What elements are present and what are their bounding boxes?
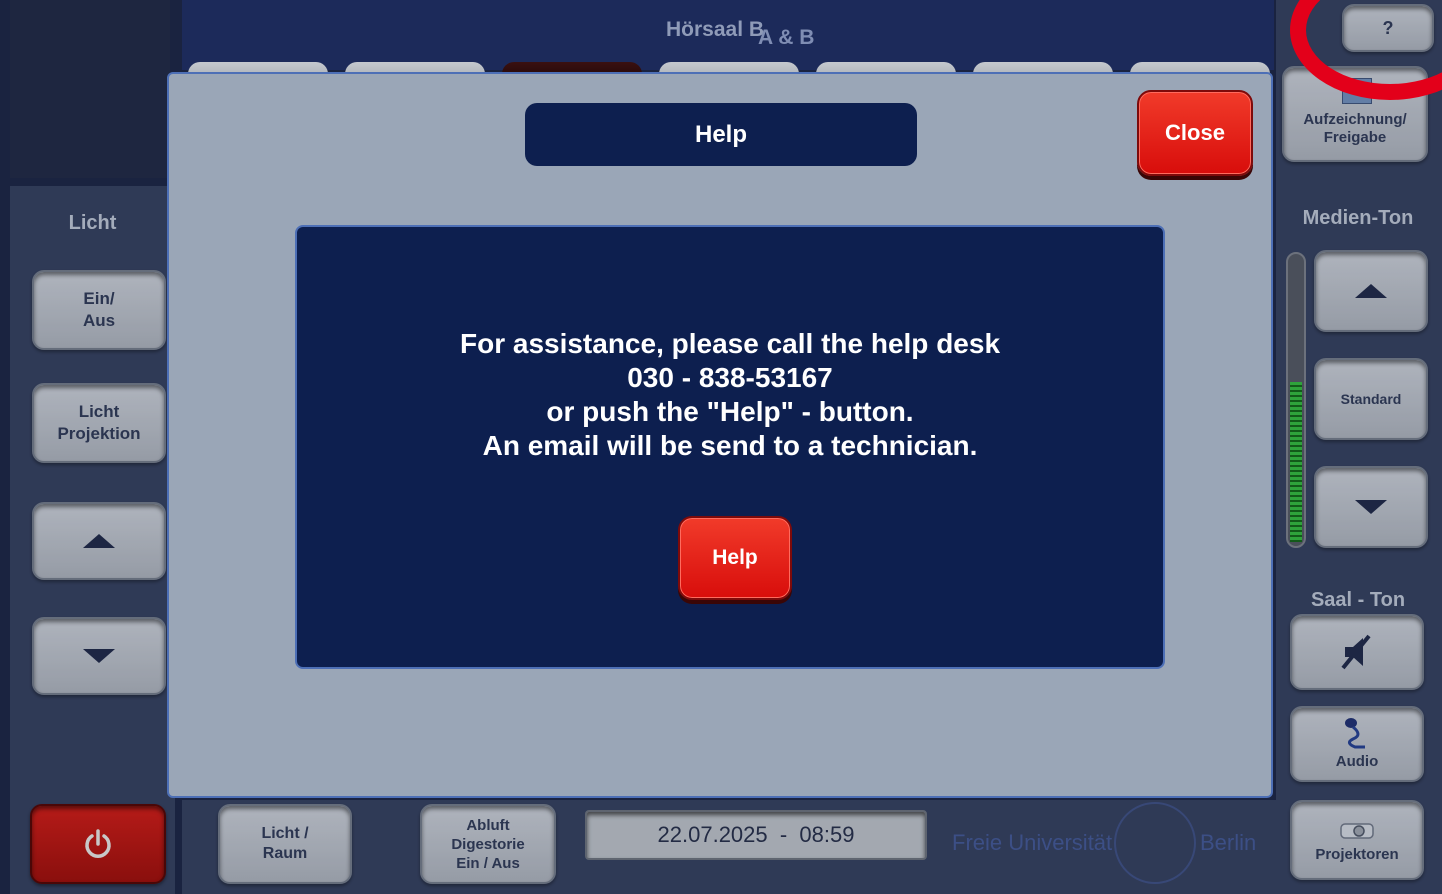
help-modal-title-text: Help — [694, 120, 747, 148]
help-info-text: For assistance, please call the help des… — [297, 327, 1163, 463]
power-button[interactable] — [30, 804, 166, 884]
standard-label: Standard — [1340, 391, 1402, 407]
logo-text-right: Berlin — [1200, 830, 1257, 855]
arrow-up-icon — [1355, 284, 1387, 298]
arrow-down-icon — [83, 649, 115, 663]
room-title-text: Hörsaal B — [666, 18, 765, 41]
close-button[interactable]: Close — [1137, 90, 1253, 176]
light-section-label: Licht — [68, 212, 117, 234]
room-title-overlay-text: A & B — [758, 26, 815, 49]
media-standard-button[interactable]: Standard — [1314, 358, 1428, 440]
media-volume-up-button[interactable] — [1314, 250, 1428, 332]
close-label: Close — [1165, 120, 1225, 145]
volume-meter — [1286, 252, 1306, 548]
exhaust-line1: Abluft — [466, 816, 510, 834]
exhaust-line3: Ein / Aus — [456, 854, 520, 872]
help-modal-title: Help — [525, 103, 917, 166]
exhaust-line2: Digestorie — [451, 835, 525, 853]
light-room-line2: Raum — [262, 845, 308, 862]
audio-label: Audio — [1335, 753, 1379, 770]
light-up-button[interactable] — [32, 502, 166, 580]
projectors-label: Projektoren — [1315, 846, 1399, 863]
help-request-button[interactable]: Help — [678, 516, 792, 600]
media-volume-down-button[interactable] — [1314, 466, 1428, 548]
help-line-3: or push the "Help" - button. — [546, 396, 914, 427]
arrow-up-icon — [83, 534, 115, 548]
recording-label-1: Aufzeichnung/ — [1303, 111, 1407, 128]
light-down-button[interactable] — [32, 617, 166, 695]
datetime-display: 22.07.2025 - 08:59 — [585, 810, 927, 860]
help-info-box: For assistance, please call the help des… — [295, 225, 1165, 669]
mute-icon — [1341, 634, 1371, 670]
room-title-overlay: A & B — [758, 26, 814, 50]
projectors-button[interactable]: Projektoren — [1290, 800, 1424, 880]
light-room-line1: Licht / — [261, 825, 309, 842]
power-icon — [85, 829, 111, 858]
audio-button[interactable]: Audio — [1290, 706, 1424, 782]
help-line-4: An email will be send to a technician. — [482, 430, 978, 461]
logo-text-left: Freie Universität — [952, 830, 1113, 855]
mute-button[interactable] — [1290, 614, 1424, 690]
left-top-panel — [10, 0, 170, 178]
arrow-down-icon — [1355, 500, 1387, 514]
light-room-button[interactable]: Licht / Raum — [218, 804, 352, 884]
light-on-off-button[interactable]: Ein/ Aus — [32, 270, 166, 350]
hall-audio-label: Saal - Ton — [1310, 589, 1406, 611]
microphone-icon — [1345, 718, 1365, 749]
light-projection-line1: Licht — [78, 402, 120, 421]
datetime-text: 22.07.2025 - 08:59 — [657, 822, 855, 847]
exhaust-button[interactable]: Abluft Digestorie Ein / Aus — [420, 804, 556, 884]
university-logo: Freie Universität Berlin — [952, 800, 1258, 884]
light-on-off-line2: Aus — [82, 311, 116, 330]
help-request-label: Help — [712, 546, 758, 569]
volume-meter-fill — [1290, 382, 1302, 542]
help-line-1: For assistance, please call the help des… — [459, 328, 1001, 359]
room-title: Hörsaal B — [666, 18, 764, 42]
help-line-2: 030 - 838-53167 — [627, 362, 833, 393]
light-projection-line2: Projektion — [57, 424, 141, 443]
recording-label-2: Freigabe — [1323, 129, 1387, 146]
projector-icon — [1340, 823, 1374, 839]
light-on-off-line1: Ein/ — [83, 289, 115, 308]
seal-icon — [1114, 802, 1196, 884]
light-projection-button[interactable]: Licht Projektion — [32, 383, 166, 463]
media-audio-label: Medien-Ton — [1302, 207, 1414, 229]
